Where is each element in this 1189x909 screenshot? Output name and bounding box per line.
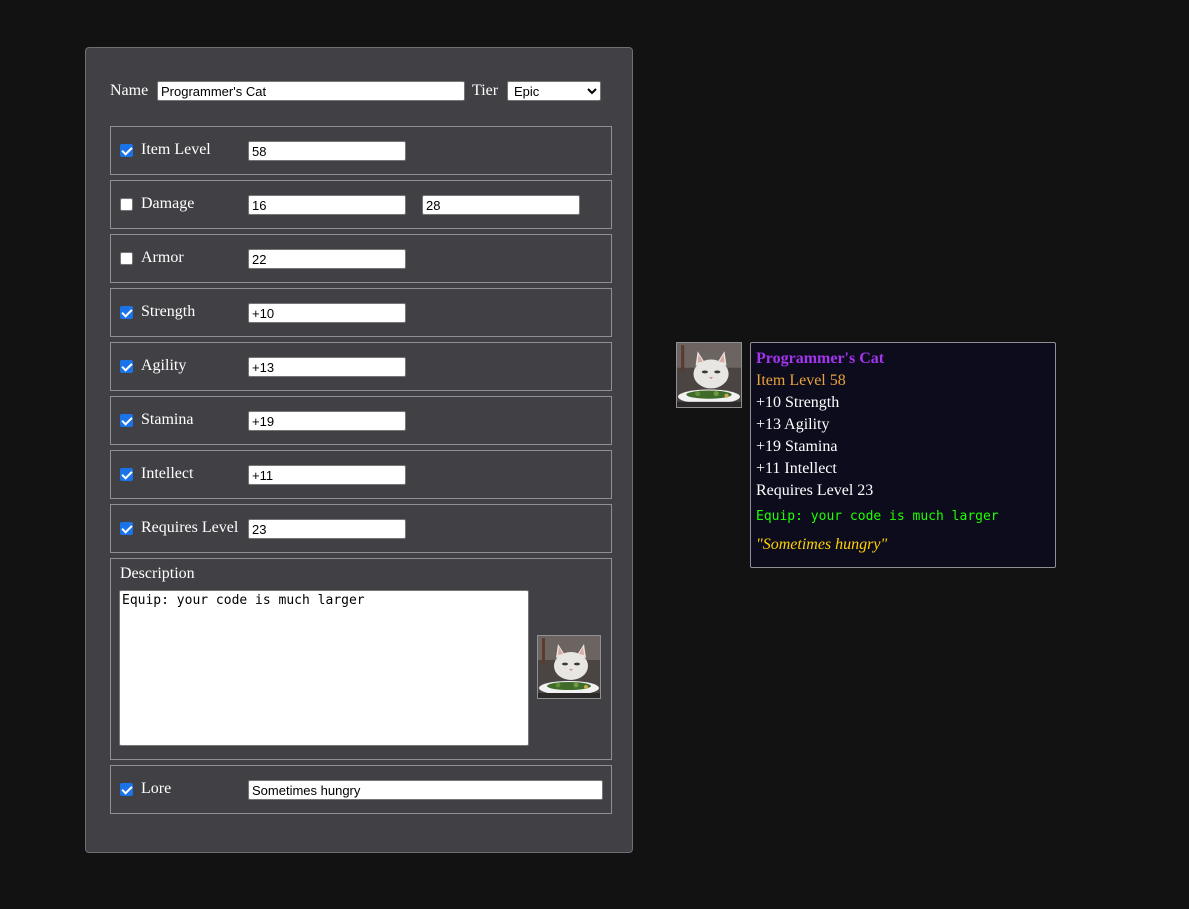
lore-label: Lore bbox=[141, 780, 172, 797]
agility-label: Agility bbox=[141, 357, 187, 374]
preview-item-icon bbox=[676, 342, 742, 408]
tooltip-item-level: Item Level 58 bbox=[756, 372, 846, 389]
description-textarea[interactable]: Equip: your code is much larger bbox=[119, 590, 529, 746]
armor-input[interactable] bbox=[248, 249, 406, 269]
tooltip-stat: +11 Intellect bbox=[756, 460, 837, 477]
strength-input[interactable] bbox=[248, 303, 406, 323]
intellect-input[interactable] bbox=[248, 465, 406, 485]
name-input[interactable] bbox=[157, 81, 465, 101]
damage-min-input[interactable] bbox=[248, 195, 406, 215]
lore-checkbox[interactable] bbox=[120, 783, 133, 796]
stamina-checkbox[interactable] bbox=[120, 414, 133, 427]
requires-level-checkbox[interactable] bbox=[120, 522, 133, 535]
tooltip-stat: +19 Stamina bbox=[756, 438, 838, 455]
strength-row: Strength bbox=[110, 288, 612, 337]
description-label: Description bbox=[120, 565, 195, 582]
stamina-row: Stamina bbox=[110, 396, 612, 445]
intellect-row: Intellect bbox=[110, 450, 612, 499]
description-section: Description Equip: your code is much lar… bbox=[110, 558, 612, 760]
requires-level-row: Requires Level bbox=[110, 504, 612, 553]
armor-label: Armor bbox=[141, 249, 184, 266]
armor-checkbox[interactable] bbox=[120, 252, 133, 265]
agility-checkbox[interactable] bbox=[120, 360, 133, 373]
damage-row: Damage bbox=[110, 180, 612, 229]
tooltip-stat: +13 Agility bbox=[756, 416, 830, 433]
lore-input[interactable] bbox=[248, 780, 603, 800]
name-label: Name bbox=[110, 82, 149, 99]
cat-image-icon bbox=[538, 636, 600, 698]
item-level-label: Item Level bbox=[141, 141, 211, 158]
item-editor-panel: Name Tier Epic Item Level Damage Armor S… bbox=[85, 47, 633, 853]
agility-input[interactable] bbox=[248, 357, 406, 377]
tooltip-lore-text: "Sometimes hungry" bbox=[756, 536, 888, 553]
armor-row: Armor bbox=[110, 234, 612, 283]
tooltip-item-name: Programmer's Cat bbox=[756, 350, 885, 367]
requires-level-label: Requires Level bbox=[141, 519, 239, 536]
requires-level-input[interactable] bbox=[248, 519, 406, 539]
item-level-row: Item Level bbox=[110, 126, 612, 175]
lore-row: Lore bbox=[110, 765, 612, 814]
stamina-label: Stamina bbox=[141, 411, 194, 428]
intellect-checkbox[interactable] bbox=[120, 468, 133, 481]
tooltip-stat: +10 Strength bbox=[756, 394, 840, 411]
agility-row: Agility bbox=[110, 342, 612, 391]
item-image-thumbnail[interactable] bbox=[537, 635, 601, 699]
stamina-input[interactable] bbox=[248, 411, 406, 431]
item-level-checkbox[interactable] bbox=[120, 144, 133, 157]
damage-label: Damage bbox=[141, 195, 195, 212]
tooltip-requires-level: Requires Level 23 bbox=[756, 482, 874, 499]
tier-select[interactable]: Epic bbox=[507, 81, 601, 101]
item-level-input[interactable] bbox=[248, 141, 406, 161]
intellect-label: Intellect bbox=[141, 465, 194, 482]
tooltip-equip-text: Equip: your code is much larger bbox=[756, 509, 999, 524]
tier-label: Tier bbox=[472, 82, 499, 99]
item-tooltip-preview: Programmer's Cat Item Level 58 +10 Stren… bbox=[750, 342, 1056, 568]
damage-checkbox[interactable] bbox=[120, 198, 133, 211]
damage-max-input[interactable] bbox=[422, 195, 580, 215]
strength-label: Strength bbox=[141, 303, 196, 320]
strength-checkbox[interactable] bbox=[120, 306, 133, 319]
cat-image-icon bbox=[677, 343, 741, 407]
